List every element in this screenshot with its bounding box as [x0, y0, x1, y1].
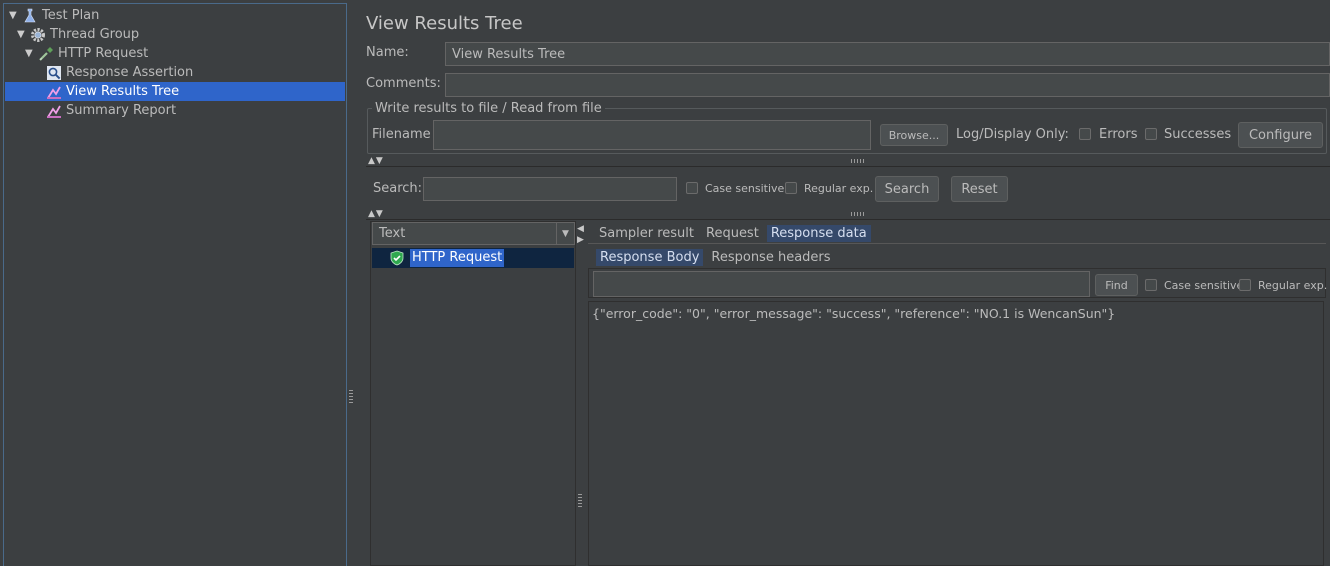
comments-field[interactable]: [445, 73, 1330, 97]
divider-grip[interactable]: [851, 159, 865, 163]
result-tabs: Sampler result Request Response data: [595, 223, 871, 243]
tree-item-label: View Results Tree: [66, 84, 180, 99]
renderer-select-value: Text: [379, 226, 406, 241]
find-regex-label: Regular exp.: [1258, 279, 1328, 292]
errors-checkbox[interactable]: [1079, 128, 1091, 140]
comments-label: Comments:: [366, 76, 441, 91]
tree-item-http-request[interactable]: ▼ HTTP Request: [25, 44, 148, 63]
search-button[interactable]: Search: [875, 176, 939, 202]
arrow-up-icon[interactable]: ▲: [368, 209, 375, 219]
successes-checkbox[interactable]: [1145, 128, 1157, 140]
tree-item-label: Response Assertion: [66, 65, 194, 80]
find-button[interactable]: Find: [1095, 274, 1138, 296]
response-subtabs: Response Body Response headers: [596, 247, 835, 267]
regex-label: Regular exp.: [804, 182, 874, 195]
tab-rule: [588, 243, 1326, 244]
response-body-text: {"error_code": "0", "error_message": "su…: [592, 306, 1116, 321]
filename-label: Filename: [372, 127, 431, 142]
tab-response-data[interactable]: Response data: [766, 224, 871, 242]
gear-icon: [30, 27, 46, 43]
find-input[interactable]: [593, 271, 1090, 297]
response-body-textarea[interactable]: {"error_code": "0", "error_message": "su…: [588, 301, 1324, 566]
name-label: Name:: [366, 45, 409, 60]
browse-button[interactable]: Browse...: [880, 124, 948, 146]
sample-row[interactable]: HTTP Request: [372, 248, 574, 268]
collapse-arrows-vertical[interactable]: ◀ ▶: [577, 224, 584, 246]
name-field[interactable]: View Results Tree: [445, 42, 1330, 66]
tree-item-label: Test Plan: [42, 8, 100, 23]
divider-line: [366, 166, 1330, 167]
tree-item-thread-group[interactable]: ▼ Thread Group: [17, 25, 139, 44]
search-input[interactable]: [423, 177, 677, 201]
collapse-arrows[interactable]: ▲ ▼: [368, 156, 383, 166]
divider-grip[interactable]: [851, 212, 865, 216]
find-case-checkbox[interactable]: [1145, 279, 1157, 291]
divider-line: [366, 219, 1330, 220]
test-plan-icon: [22, 8, 38, 24]
successes-label: Successes: [1164, 127, 1232, 142]
file-group-title: Write results to file / Read from file: [372, 101, 605, 116]
test-plan-tree[interactable]: ▼ Test Plan ▼ Thread Group ▼ HTTP Reques…: [3, 3, 347, 566]
tree-item-summary-report[interactable]: Summary Report: [46, 101, 176, 120]
page-title: View Results Tree: [366, 13, 523, 34]
regex-checkbox[interactable]: [785, 182, 797, 194]
tab-sampler-result[interactable]: Sampler result: [595, 225, 698, 242]
tree-item-view-results-tree[interactable]: View Results Tree: [5, 82, 345, 101]
chevron-down-icon[interactable]: ▼: [556, 223, 574, 244]
find-case-label: Case sensitive: [1164, 279, 1244, 292]
reset-button[interactable]: Reset: [951, 176, 1008, 202]
tree-item-test-plan[interactable]: ▼ Test Plan: [9, 6, 99, 25]
expand-arrow-icon[interactable]: ▼: [9, 10, 19, 21]
tree-item-label: Summary Report: [66, 103, 177, 118]
arrow-right-icon[interactable]: ▶: [577, 235, 584, 246]
divider-grip[interactable]: [578, 494, 582, 508]
tree-item-response-assertion[interactable]: Response Assertion: [46, 63, 193, 82]
chart-icon: [46, 84, 62, 100]
renderer-select[interactable]: Text ▼: [372, 222, 575, 245]
results-list-panel: [370, 221, 576, 566]
expand-arrow-icon[interactable]: ▼: [25, 48, 35, 59]
log-display-label: Log/Display Only:: [956, 127, 1069, 142]
tree-item-label: Thread Group: [50, 27, 140, 42]
tree-item-label: HTTP Request: [58, 46, 149, 61]
search-label: Search:: [373, 181, 423, 196]
chart-icon: [46, 103, 62, 119]
pipette-icon: [38, 46, 54, 62]
case-sensitive-checkbox[interactable]: [686, 182, 698, 194]
collapse-arrows[interactable]: ▲ ▼: [368, 209, 383, 219]
arrow-left-icon[interactable]: ◀: [577, 224, 584, 235]
arrow-down-icon[interactable]: ▼: [376, 156, 383, 166]
errors-label: Errors: [1099, 127, 1138, 142]
success-shield-icon: [389, 250, 405, 266]
tab-response-body[interactable]: Response Body: [596, 248, 704, 266]
expand-arrow-icon[interactable]: ▼: [17, 29, 27, 40]
sample-label: HTTP Request: [410, 249, 505, 267]
find-regex-checkbox[interactable]: [1239, 279, 1251, 291]
case-sensitive-label: Case sensitive: [705, 182, 785, 195]
arrow-down-icon[interactable]: ▼: [376, 209, 383, 219]
arrow-up-icon[interactable]: ▲: [368, 156, 375, 166]
filename-field[interactable]: [433, 120, 871, 150]
tab-request[interactable]: Request: [702, 225, 763, 242]
configure-button[interactable]: Configure: [1238, 122, 1323, 148]
tab-response-headers[interactable]: Response headers: [707, 249, 834, 266]
magnifier-icon: [46, 65, 62, 81]
split-pane-divider[interactable]: [347, 0, 365, 566]
divider-grip[interactable]: [349, 390, 353, 404]
